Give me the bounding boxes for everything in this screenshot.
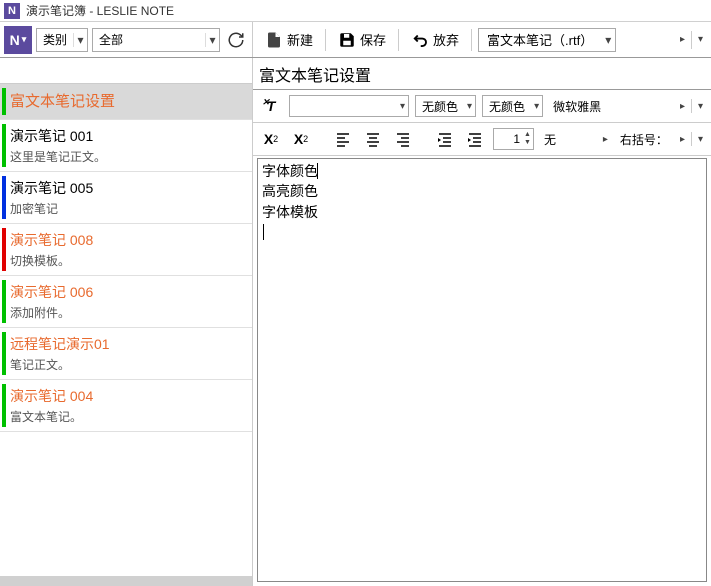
align-left-button[interactable] <box>331 127 355 151</box>
note-desc: 切换模板。 <box>10 252 244 269</box>
separator <box>398 29 399 51</box>
sidebar-footer <box>0 576 252 586</box>
color-bar <box>2 280 6 323</box>
main-area: 富文本笔记设置演示笔记 001这里是笔记正文。演示笔记 005加密笔记演示笔记 … <box>0 58 711 586</box>
note-title: 演示笔记 001 <box>10 126 244 146</box>
save-button[interactable]: 保存 <box>332 26 392 53</box>
note-list: 富文本笔记设置演示笔记 001这里是笔记正文。演示笔记 005加密笔记演示笔记 … <box>0 84 252 576</box>
note-title: 演示笔记 006 <box>10 282 244 302</box>
refresh-button[interactable] <box>224 28 248 52</box>
separator <box>325 29 326 51</box>
color-bar <box>2 228 6 271</box>
indent-level-input[interactable] <box>494 132 522 146</box>
editor-content[interactable]: 字体颜色高亮颜色字体模板 <box>257 158 707 582</box>
new-button[interactable]: 新建 <box>259 26 319 53</box>
format-toolbar-row-2: X2 X2 ▲▼ 无 ▸ 右括号： ▸▾ <box>253 123 711 156</box>
window-title: 演示笔记簿 - LESLIE NOTE <box>26 2 174 19</box>
format-toolbar-row-1: T✕ ▾ 无颜色▾ 无颜色▾ 微软雅黑 ▸▾ <box>253 90 711 123</box>
right-bracket-label: 右括号： <box>616 131 672 148</box>
discard-button[interactable]: 放弃 <box>405 26 465 53</box>
align-center-button[interactable] <box>361 127 385 151</box>
note-item[interactable]: 远程笔记演示01 笔记正文。 <box>0 328 252 380</box>
toolbar-overflow[interactable]: ▸ ▾ <box>678 31 705 49</box>
color-bar <box>2 332 6 375</box>
separator <box>471 29 472 51</box>
note-title: 富文本笔记设置 <box>10 90 244 111</box>
indent-increase-button[interactable] <box>463 127 487 151</box>
filter-dropdown[interactable]: 全部▾ <box>92 28 220 52</box>
note-desc: 添加附件。 <box>10 304 244 321</box>
document-title[interactable]: 富文本笔记设置 <box>259 62 371 86</box>
align-right-button[interactable] <box>391 127 415 151</box>
note-item[interactable]: 演示笔记 004 富文本笔记。 <box>0 380 252 432</box>
note-title: 演示笔记 005 <box>10 178 244 198</box>
note-item[interactable]: 富文本笔记设置 <box>0 84 252 120</box>
note-item[interactable]: 演示笔记 008 切换模板。 <box>0 224 252 276</box>
row1-overflow[interactable]: ▸▾ <box>678 99 705 114</box>
content-line: 高亮颜色 <box>262 181 702 201</box>
sidebar: 富文本笔记设置演示笔记 001这里是笔记正文。演示笔记 005加密笔记演示笔记 … <box>0 58 253 586</box>
main-toolbar: N▾ 类别▾ 全部▾ 新建 保存 放弃 富文本笔记（.rtf）▾ ▸ <box>0 22 711 58</box>
note-desc: 加密笔记 <box>10 200 244 217</box>
right-toolbar: 新建 保存 放弃 富文本笔记（.rtf）▾ ▸ ▾ <box>253 26 711 53</box>
indent-decrease-button[interactable] <box>433 127 457 151</box>
superscript-button[interactable]: X2 <box>259 127 283 151</box>
search-area[interactable] <box>0 58 252 84</box>
list-style-none-label: 无 <box>540 131 560 148</box>
content-line: 字体颜色 <box>262 161 702 181</box>
font-color-select[interactable]: 无颜色▾ <box>415 95 476 117</box>
note-desc: 富文本笔记。 <box>10 408 244 425</box>
clear-format-icon[interactable]: T✕ <box>259 94 283 118</box>
note-title: 远程笔记演示01 <box>10 334 244 354</box>
note-item[interactable]: 演示笔记 006 添加附件。 <box>0 276 252 328</box>
font-family-label: 微软雅黑 <box>549 98 605 115</box>
font-style-select[interactable]: ▾ <box>289 95 409 117</box>
spinner-down-icon[interactable]: ▼ <box>524 139 531 147</box>
subscript-button[interactable]: X2 <box>289 127 313 151</box>
window-titlebar: N 演示笔记簿 - LESLIE NOTE <box>0 0 711 22</box>
color-bar <box>2 384 6 427</box>
note-title: 演示笔记 008 <box>10 230 244 250</box>
color-bar <box>2 124 6 167</box>
indent-level-spinner[interactable]: ▲▼ <box>493 128 534 150</box>
highlight-color-select[interactable]: 无颜色▾ <box>482 95 543 117</box>
row2-overflow[interactable]: ▸▾ <box>678 132 705 147</box>
note-title: 演示笔记 004 <box>10 386 244 406</box>
note-format-dropdown[interactable]: 富文本笔记（.rtf）▾ <box>478 28 616 52</box>
left-toolbar: N▾ 类别▾ 全部▾ <box>0 22 253 57</box>
content-line: 字体模板 <box>262 202 702 222</box>
app-menu-button[interactable]: N▾ <box>4 26 32 54</box>
chevron-right-icon[interactable]: ▸ <box>601 134 610 145</box>
app-logo-icon: N <box>4 3 20 19</box>
color-bar <box>2 88 6 115</box>
note-item[interactable]: 演示笔记 001 这里是笔记正文。 <box>0 120 252 172</box>
editor-pane: 富文本笔记设置 T✕ ▾ 无颜色▾ 无颜色▾ 微软雅黑 ▸▾ X2 X2 ▲▼ … <box>253 58 711 586</box>
color-bar <box>2 176 6 219</box>
spinner-up-icon[interactable]: ▲ <box>524 131 531 139</box>
document-title-row: 富文本笔记设置 <box>253 58 711 90</box>
note-desc: 这里是笔记正文。 <box>10 148 244 165</box>
note-item[interactable]: 演示笔记 005 加密笔记 <box>0 172 252 224</box>
note-desc: 笔记正文。 <box>10 356 244 373</box>
category-dropdown[interactable]: 类别▾ <box>36 28 88 52</box>
